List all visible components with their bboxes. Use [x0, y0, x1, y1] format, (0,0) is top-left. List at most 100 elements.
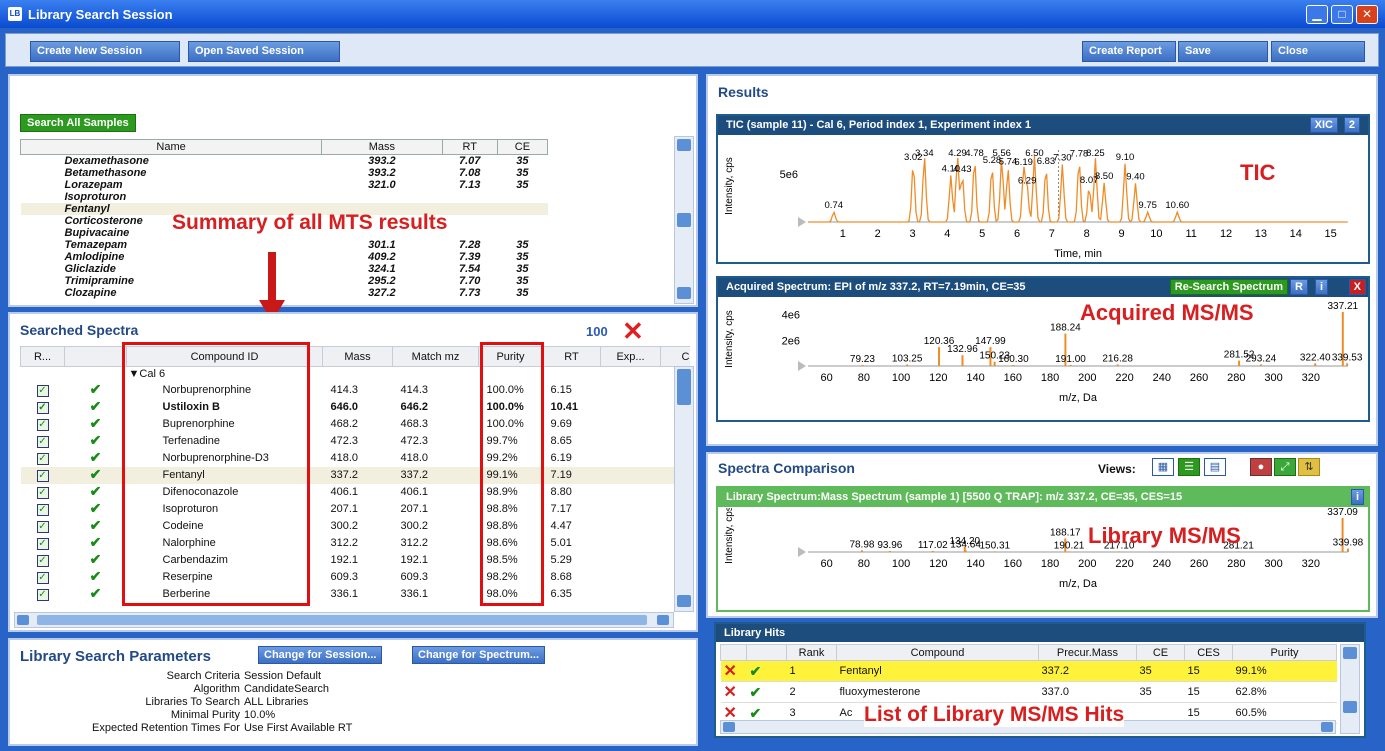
- scroll-down-icon[interactable]: [677, 595, 691, 607]
- searched-row[interactable]: ✓ ✔ Isoproturon 207.1 207.1 98.8% 7.17: [21, 501, 691, 518]
- overlay-icon[interactable]: ●: [1250, 458, 1272, 476]
- tic-2-button[interactable]: 2: [1343, 117, 1360, 133]
- save-button[interactable]: Save: [1178, 41, 1268, 62]
- check-icon[interactable]: ✔: [750, 663, 762, 679]
- xic-button[interactable]: XIC: [1309, 117, 1338, 133]
- searched-scroll-thumb[interactable]: [677, 369, 691, 405]
- sample-row[interactable]: Temazepam 301.1 7.28 35: [21, 239, 548, 251]
- sample-row[interactable]: Isoproturon: [21, 191, 548, 203]
- tic-chart[interactable]: 1 2 3 4 5 6 7 8 9 10 11 12 13 14 15Time, minIntensity,…: [718, 136, 1368, 264]
- row-checkbox[interactable]: ✓: [36, 436, 49, 448]
- split-view-icon[interactable]: ▤: [1204, 458, 1226, 476]
- hits-col-7[interactable]: Purity: [1232, 644, 1337, 661]
- row-checkbox[interactable]: ✓: [36, 589, 49, 601]
- searched-row[interactable]: ✓ ✔ Norbuprenorphine 414.3 414.3 100.0% 6.15: [21, 382, 691, 399]
- reject-x-icon[interactable]: ✕: [724, 663, 737, 680]
- group-row[interactable]: ▼Cal 6: [21, 367, 691, 383]
- searched-col-4[interactable]: Match mz: [392, 346, 479, 367]
- close-button[interactable]: Close: [1271, 41, 1365, 62]
- searched-row[interactable]: ✓ ✔ Nalorphine 312.2 312.2 98.6% 5.01: [21, 535, 691, 552]
- searched-row[interactable]: ✓ ✔ Ustiloxin B 646.0 646.2 100.0% 10.41: [21, 399, 691, 416]
- searched-row[interactable]: ✓ ✔ Fentanyl 337.2 337.2 99.1% 7.19: [20, 467, 690, 484]
- searched-row[interactable]: ✓✔Dihydrocodeine302.2302.297.9%4.08: [21, 603, 691, 607]
- acquired-chart[interactable]: 60 80 100 120 140 160 180 200 220 240 260 280 300 320…: [718, 298, 1368, 422]
- searched-row[interactable]: ✓ ✔ Carbendazim 192.1 192.1 98.5% 5.29: [21, 552, 691, 569]
- searched-col-1[interactable]: [64, 346, 127, 367]
- searched-row[interactable]: ✓ ✔ Terfenadine 472.3 472.3 99.7% 8.65: [21, 433, 691, 450]
- reject-x-icon[interactable]: ✕: [724, 684, 737, 701]
- samples-col-ce[interactable]: CE: [496, 139, 548, 155]
- scroll-up-icon[interactable]: [677, 139, 691, 151]
- maximize-icon[interactable]: □: [1331, 5, 1353, 24]
- clear-x-icon[interactable]: ✕: [622, 316, 644, 347]
- row-checkbox[interactable]: ✓: [36, 419, 49, 431]
- sample-row[interactable]: Betamethasone 393.2 7.08 35: [21, 167, 548, 179]
- hit-row[interactable]: ✕ ✔ 1 Fentanyl 337.2 35 15 99.1%: [720, 660, 1337, 682]
- samples-scrollbar[interactable]: [674, 136, 694, 304]
- samples-col-name[interactable]: Name: [20, 139, 323, 155]
- hits-col-4[interactable]: Precur.Mass: [1038, 644, 1137, 661]
- open-saved-session-button[interactable]: Open Saved Session: [188, 41, 340, 62]
- samples-col-rt[interactable]: RT: [441, 139, 498, 155]
- sample-row[interactable]: Lorazepam 321.0 7.13 35: [21, 179, 548, 191]
- search-all-samples-button[interactable]: Search All Samples: [20, 114, 136, 132]
- searched-row[interactable]: ✓ ✔ Berberine 336.1 336.1 98.0% 6.35: [21, 586, 691, 603]
- scroll-left-icon[interactable]: [17, 615, 29, 625]
- samples-col-mass[interactable]: Mass: [321, 139, 443, 155]
- info-icon[interactable]: i: [1314, 279, 1328, 295]
- change-for-spectrum-button[interactable]: Change for Spectrum...: [412, 646, 546, 664]
- re-search-spectrum-button[interactable]: Re-Search Spectrum: [1169, 279, 1288, 295]
- minimize-icon[interactable]: ▁: [1306, 5, 1328, 24]
- row-checkbox[interactable]: ✓: [36, 402, 49, 414]
- hits-scrollbar[interactable]: [1340, 644, 1360, 734]
- hits-col-2[interactable]: Rank: [786, 644, 837, 661]
- check-icon[interactable]: ✔: [750, 684, 762, 700]
- searched-col-0[interactable]: R...: [20, 346, 65, 367]
- hits-col-6[interactable]: CES: [1184, 644, 1233, 661]
- row-checkbox[interactable]: ✓: [36, 453, 49, 465]
- scroll-right-icon[interactable]: [657, 615, 669, 625]
- searched-row[interactable]: ✓ ✔ Codeine 300.2 300.2 98.8% 4.47: [21, 518, 691, 535]
- scroll-up-icon[interactable]: [1343, 647, 1357, 659]
- searched-scrollbar[interactable]: [674, 366, 694, 612]
- searched-col-8[interactable]: C: [660, 346, 690, 367]
- zoom-icon[interactable]: ⤢: [1274, 458, 1296, 476]
- close-icon[interactable]: X: [1348, 279, 1366, 295]
- check-icon[interactable]: ✔: [750, 705, 762, 721]
- row-checkbox[interactable]: ✓: [36, 572, 49, 584]
- hit-row[interactable]: ✕ ✔ 2 fluoxymesterone 337.0 35 15 62.8%: [720, 681, 1337, 703]
- hits-col-1[interactable]: [746, 644, 787, 661]
- searched-col-3[interactable]: Mass: [322, 346, 393, 367]
- sample-row[interactable]: Dexamethasone 393.2 7.07 35: [21, 155, 548, 168]
- create-new-session-button[interactable]: Create New Session: [30, 41, 180, 62]
- library-chart[interactable]: 60 80 100 120 140 160 180 200 220 240 260 280 300 320…: [718, 508, 1368, 612]
- scroll-left-icon[interactable]: [723, 722, 735, 732]
- change-for-session-button[interactable]: Change for Session...: [258, 646, 383, 664]
- scroll-right-icon[interactable]: [1321, 722, 1333, 732]
- hits-col-5[interactable]: CE: [1136, 644, 1185, 661]
- searched-col-6[interactable]: RT: [542, 346, 601, 367]
- row-checkbox[interactable]: ✓: [36, 385, 49, 397]
- create-report-button[interactable]: Create Report: [1082, 41, 1176, 62]
- list-view-icon[interactable]: ☰: [1178, 458, 1200, 476]
- samples-scroll-thumb[interactable]: [677, 213, 691, 227]
- row-checkbox[interactable]: ✓: [36, 538, 49, 550]
- info-icon[interactable]: i: [1350, 489, 1364, 505]
- row-checkbox[interactable]: ✓: [36, 487, 49, 499]
- searched-row[interactable]: ✓ ✔ Buprenorphine 468.2 468.3 100.0% 9.69: [21, 416, 691, 433]
- scroll-down-icon[interactable]: [1343, 701, 1357, 713]
- r-button[interactable]: R: [1290, 279, 1308, 295]
- row-checkbox[interactable]: ✓: [36, 504, 49, 516]
- mirror-icon[interactable]: ⇅: [1298, 458, 1320, 476]
- row-checkbox[interactable]: ✓: [36, 470, 49, 482]
- row-checkbox[interactable]: ✓: [36, 555, 49, 567]
- searched-row[interactable]: ✓ ✔ Reserpine 609.3 609.3 98.2% 8.68: [21, 569, 691, 586]
- close-window-icon[interactable]: ✕: [1356, 5, 1378, 24]
- hits-col-0[interactable]: [720, 644, 747, 661]
- grid-view-icon[interactable]: ▦: [1152, 458, 1174, 476]
- hits-col-3[interactable]: Compound: [836, 644, 1039, 661]
- searched-row[interactable]: ✓ ✔ Norbuprenorphine-D3 418.0 418.0 99.2% 6.19: [21, 450, 691, 467]
- searched-row[interactable]: ✓ ✔ Difenoconazole 406.1 406.1 98.9% 8.80: [21, 484, 691, 501]
- searched-col-7[interactable]: Exp...: [600, 346, 661, 367]
- row-checkbox[interactable]: ✓: [36, 521, 49, 533]
